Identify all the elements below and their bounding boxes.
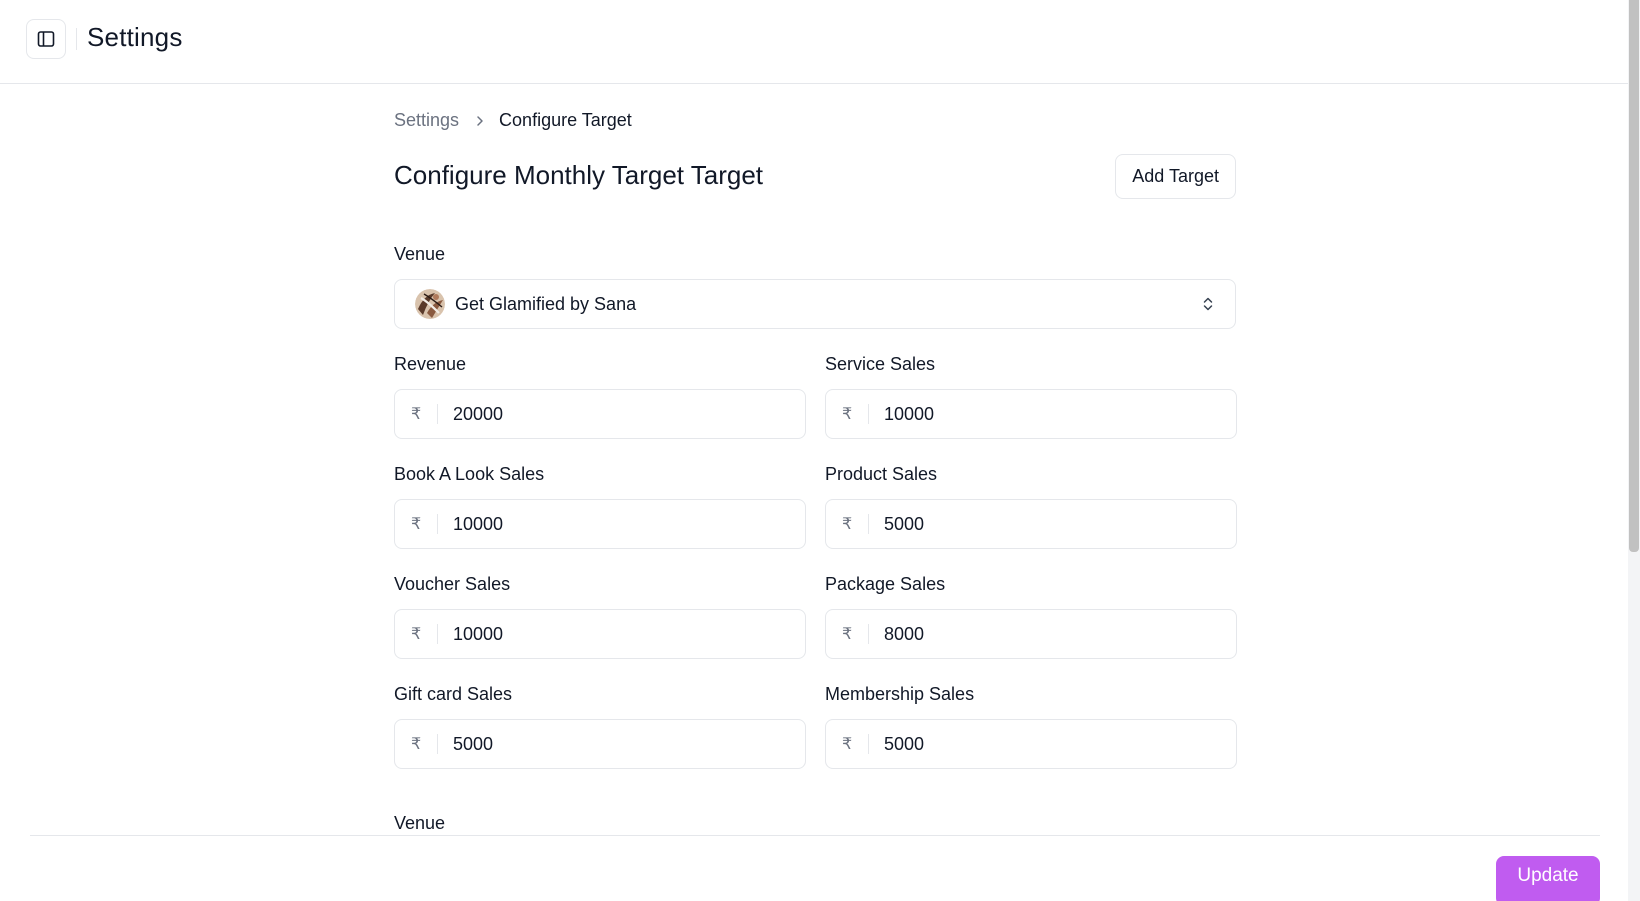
add-target-button[interactable]: Add Target [1115, 154, 1236, 199]
venue-label: Venue [394, 244, 446, 264]
product-sales-input[interactable] [884, 513, 1224, 535]
input-divider [868, 514, 869, 534]
chevron-right-icon [475, 115, 485, 127]
input-divider [437, 404, 438, 424]
scrollbar-track[interactable] [1628, 0, 1640, 901]
rupee-icon: ₹ [411, 626, 422, 643]
page-title: Configure Monthly Target Target [394, 160, 764, 190]
book-a-look-sales-field: ₹ [394, 499, 806, 549]
package-sales-label: Package Sales [825, 574, 946, 594]
rupee-icon: ₹ [842, 406, 853, 423]
input-divider [437, 514, 438, 534]
topbar-divider [76, 28, 77, 50]
chevron-up-down-icon [1203, 297, 1213, 311]
input-divider [868, 404, 869, 424]
input-divider [437, 734, 438, 754]
package-sales-field: ₹ [825, 609, 1237, 659]
gift-card-sales-label: Gift card Sales [394, 684, 513, 704]
venue-select[interactable]: Get Glamified by Sana [394, 279, 1236, 329]
gift-card-sales-field: ₹ [394, 719, 806, 769]
service-sales-input[interactable] [884, 403, 1224, 425]
venue-avatar [415, 289, 445, 319]
product-sales-field: ₹ [825, 499, 1237, 549]
sidebar-toggle-button[interactable] [26, 19, 66, 59]
service-sales-field: ₹ [825, 389, 1237, 439]
membership-sales-field: ₹ [825, 719, 1237, 769]
rupee-icon: ₹ [411, 736, 422, 753]
input-divider [437, 624, 438, 644]
rupee-icon: ₹ [842, 516, 853, 533]
sidebar-panel-icon [37, 31, 55, 47]
rupee-icon: ₹ [842, 736, 853, 753]
breadcrumb: Settings Configure Target [394, 110, 632, 131]
venue-label-next: Venue [394, 813, 446, 833]
product-sales-label: Product Sales [825, 464, 938, 484]
input-divider [868, 734, 869, 754]
revenue-label: Revenue [394, 354, 467, 374]
update-button[interactable]: Update [1496, 856, 1600, 901]
rupee-icon: ₹ [411, 406, 422, 423]
service-sales-label: Service Sales [825, 354, 936, 374]
input-divider [868, 624, 869, 644]
gift-card-sales-input[interactable] [453, 733, 793, 755]
voucher-sales-input[interactable] [453, 623, 793, 645]
rupee-icon: ₹ [411, 516, 422, 533]
footer-divider [30, 835, 1600, 836]
scrollbar-thumb[interactable] [1629, 0, 1639, 552]
revenue-field: ₹ [394, 389, 806, 439]
voucher-sales-label: Voucher Sales [394, 574, 511, 594]
book-a-look-sales-input[interactable] [453, 513, 793, 535]
voucher-sales-field: ₹ [394, 609, 806, 659]
membership-sales-label: Membership Sales [825, 684, 975, 704]
breadcrumb-current: Configure Target [499, 110, 632, 130]
revenue-input[interactable] [453, 403, 793, 425]
book-a-look-sales-label: Book A Look Sales [394, 464, 545, 484]
rupee-icon: ₹ [842, 626, 853, 643]
header-title: Settings [87, 22, 183, 52]
membership-sales-input[interactable] [884, 733, 1224, 755]
package-sales-input[interactable] [884, 623, 1224, 645]
venue-selected-value: Get Glamified by Sana [455, 293, 637, 314]
breadcrumb-settings-link[interactable]: Settings [394, 110, 459, 131]
top-bar: Settings [0, 0, 1628, 84]
